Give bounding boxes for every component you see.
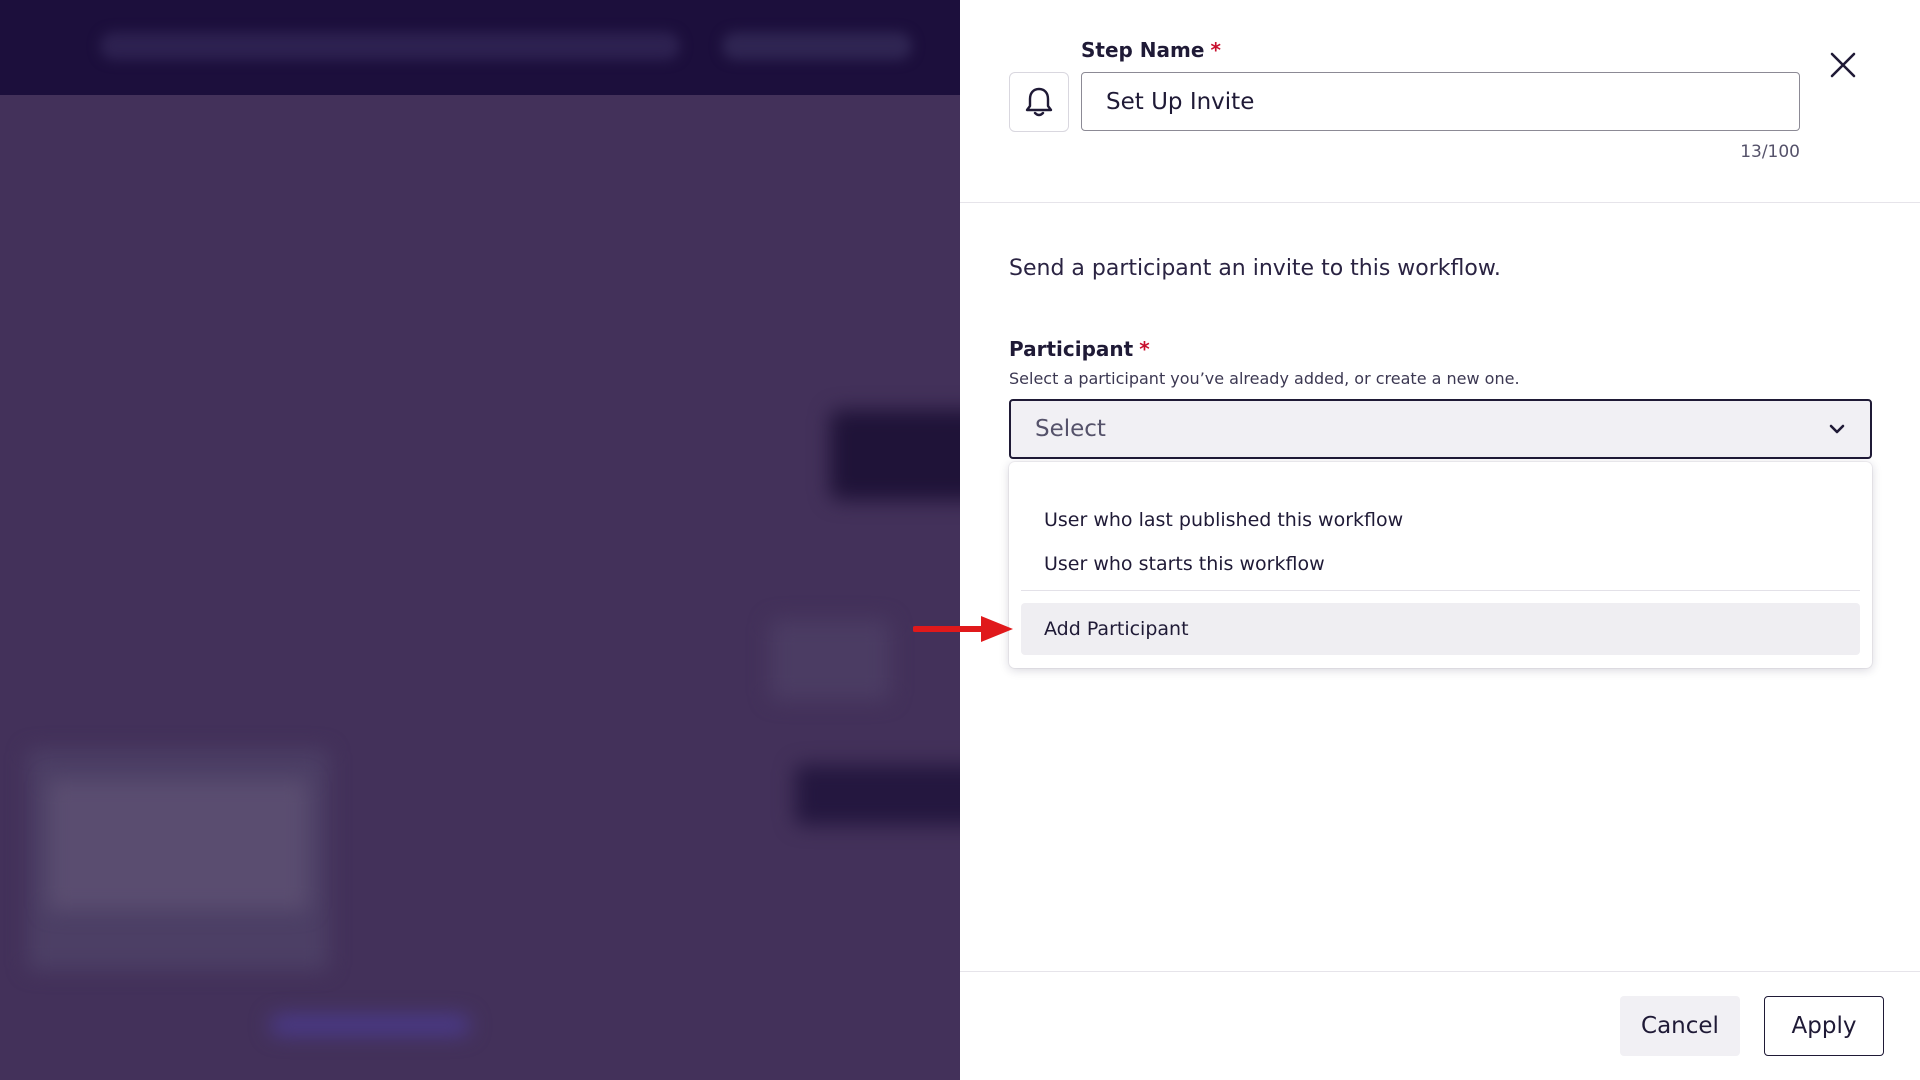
participant-select[interactable]: Select <box>1009 399 1872 459</box>
chevron-down-icon <box>1829 424 1845 434</box>
step-drawer: Step Name* 13/100 Send a participant an … <box>960 0 1920 1080</box>
step-name-label: Step Name * <box>1081 38 1221 62</box>
participant-label: Participant * <box>1009 337 1150 361</box>
character-counter: 13/100 <box>1740 142 1800 162</box>
step-name-label-text: Step Name <box>1081 38 1205 62</box>
bell-icon <box>1025 87 1053 117</box>
close-button[interactable] <box>1822 44 1864 86</box>
drawer-header: Step Name* 13/100 <box>960 0 1920 203</box>
background-blur-panel <box>48 780 308 910</box>
background-blur-link <box>270 1015 470 1035</box>
menu-item-workflow-starter[interactable]: User who starts this workflow <box>1021 538 1860 590</box>
menu-divider <box>1021 590 1860 591</box>
arrow-annotation-icon <box>913 616 1013 642</box>
drawer-footer: Cancel Apply <box>960 971 1920 1080</box>
participant-label-text: Participant <box>1009 337 1134 361</box>
cancel-button[interactable]: Cancel <box>1620 996 1740 1056</box>
participant-help-text: Select a participant you’ve already adde… <box>1009 369 1520 388</box>
step-description: Send a participant an invite to this wor… <box>1009 256 1501 281</box>
background-blur-card <box>770 620 890 700</box>
background-header <box>0 0 960 95</box>
participant-select-value: Select <box>1035 416 1106 442</box>
required-marker: * <box>1210 38 1221 62</box>
step-name-input[interactable] <box>1081 72 1800 131</box>
background-blur-card <box>795 765 960 825</box>
participant-dropdown-menu: User who last published this workflow Us… <box>1009 462 1872 668</box>
background-blur-card <box>830 410 960 500</box>
background-app <box>0 0 960 1080</box>
required-marker: * <box>1139 337 1150 361</box>
close-icon <box>1830 52 1856 78</box>
background-blur-button <box>722 32 912 60</box>
menu-item-add-participant[interactable]: Add Participant <box>1021 603 1860 655</box>
background-blur-text <box>100 32 680 60</box>
apply-button[interactable]: Apply <box>1764 996 1884 1056</box>
step-icon-box <box>1009 72 1069 132</box>
